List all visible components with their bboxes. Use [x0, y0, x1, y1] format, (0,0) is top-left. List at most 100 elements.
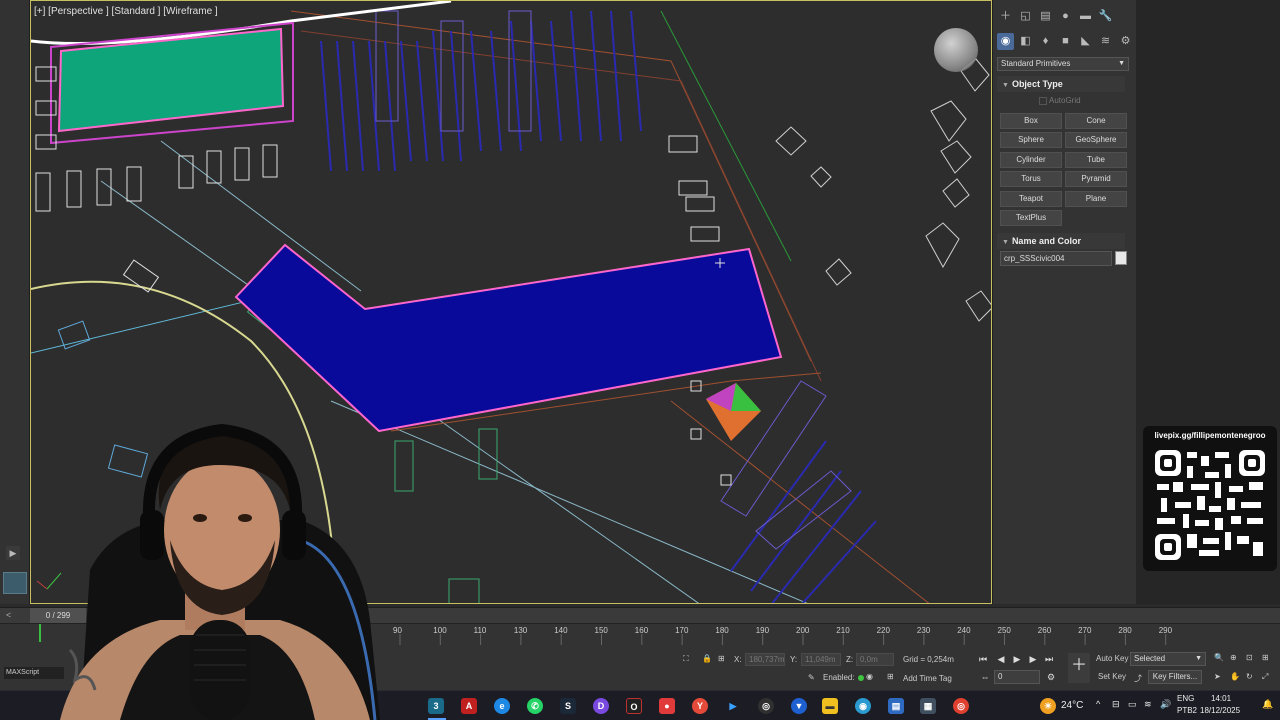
key-icon[interactable]: ⤴	[1134, 673, 1142, 684]
network-tray-icon[interactable]: ⊟	[1112, 699, 1120, 710]
weather-temperature[interactable]: 24°C	[1061, 700, 1083, 711]
primitive-category-select[interactable]: Standard Primitives ▼	[997, 57, 1129, 71]
systems-icon[interactable]: ⚙	[1117, 33, 1134, 50]
enabled-label[interactable]: Enabled:	[823, 673, 864, 682]
clock-time[interactable]: 14:01	[1211, 694, 1231, 703]
wifi-tray-icon[interactable]: ≋	[1144, 699, 1152, 710]
geometry-icon[interactable]: ◉	[997, 33, 1014, 50]
torus-button[interactable]: Torus	[1000, 171, 1062, 187]
pan-icon[interactable]: ✋	[1230, 672, 1240, 681]
auto-key-button[interactable]: Auto Key	[1096, 654, 1128, 663]
shapes-icon[interactable]: ◧	[1017, 33, 1034, 50]
object-type-rollout[interactable]: ▼ Object Type	[997, 76, 1125, 92]
opera-taskbar-icon[interactable]: O	[626, 698, 642, 714]
teapot-button[interactable]: Teapot	[1000, 191, 1062, 207]
spacewarps-icon[interactable]: ≋	[1097, 33, 1114, 50]
obs-taskbar-icon[interactable]: ◎	[758, 698, 774, 714]
time-configuration-icon[interactable]: ⚙	[1044, 670, 1058, 684]
orbit-icon[interactable]: ↻	[1246, 672, 1253, 681]
timeline-tick-label: 250	[998, 626, 1012, 635]
display-tray-icon[interactable]: ▭	[1128, 699, 1137, 710]
add-time-tag-button[interactable]: Add Time Tag	[903, 674, 952, 683]
script-icon[interactable]: ✎	[808, 673, 815, 682]
autogrid-checkbox[interactable]: AutoGrid	[1039, 96, 1081, 105]
object-name-field[interactable]: crp_SSScivic004	[1000, 251, 1112, 266]
current-frame-field[interactable]: 0	[994, 670, 1040, 684]
discord-taskbar-icon[interactable]: D	[593, 698, 609, 714]
cone-button[interactable]: Cone	[1065, 113, 1127, 129]
set-key-button[interactable]: Set Key	[1098, 672, 1126, 681]
play-icon[interactable]: ▶	[1010, 652, 1024, 666]
vpn-taskbar-icon[interactable]: ▼	[791, 698, 807, 714]
previous-frame-icon[interactable]: ◀︎	[994, 652, 1008, 666]
fov-icon[interactable]: ➤	[1214, 672, 1221, 681]
z-coordinate-field[interactable]: 0,0m	[856, 653, 894, 666]
edge-taskbar-icon[interactable]: e	[494, 698, 510, 714]
zoom-extents-icon[interactable]: ⊡	[1246, 653, 1253, 662]
clock-date[interactable]: 18/12/2025	[1200, 706, 1240, 715]
viewport-label[interactable]: [+] [Perspective ] [Standard ] [Wirefram…	[34, 6, 218, 17]
volume-tray-icon[interactable]: 🔊	[1160, 699, 1171, 710]
timeline-tick-label: 130	[514, 626, 528, 635]
zoom-icon[interactable]: 🔍	[1214, 653, 1224, 662]
keyboard-layout-indicator[interactable]: PTB2	[1177, 706, 1197, 715]
app-red-taskbar-icon[interactable]: ●	[659, 698, 675, 714]
key-filters-button[interactable]: Key Filters...	[1148, 670, 1202, 684]
next-frame-icon[interactable]: ▶︎	[1026, 652, 1040, 666]
autocad-taskbar-icon[interactable]: A	[461, 698, 477, 714]
maximize-viewport-icon[interactable]: ⤢	[1262, 672, 1268, 682]
utilities-tab-icon[interactable]: 🔧	[1097, 8, 1114, 25]
hierarchy-tab-icon[interactable]: ▤	[1037, 8, 1054, 25]
viewcube-icon[interactable]	[934, 28, 978, 72]
key-mode-icon[interactable]: ⇔	[978, 670, 992, 684]
cameras-icon[interactable]: ■	[1057, 33, 1074, 50]
show-hidden-icons-icon[interactable]: ^	[1096, 699, 1100, 709]
terminal-taskbar-icon[interactable]: ▶	[725, 698, 741, 714]
plane-button[interactable]: Plane	[1065, 191, 1127, 207]
go-to-start-icon[interactable]: ⏮	[976, 652, 990, 666]
notification-bell-icon[interactable]: 🔔	[1262, 699, 1273, 710]
zoom-extents-all-icon[interactable]: ⊞	[1262, 653, 1269, 662]
go-to-end-icon[interactable]: ⏭	[1042, 652, 1056, 666]
create-tab-icon[interactable]: ＋	[997, 8, 1014, 25]
pyramid-button[interactable]: Pyramid	[1065, 171, 1127, 187]
motion-tab-icon[interactable]: ●	[1057, 8, 1074, 25]
object-color-swatch[interactable]	[1115, 251, 1127, 265]
helpers-icon[interactable]: ◣	[1077, 33, 1094, 50]
3ds-max-taskbar-icon[interactable]: 3	[428, 698, 444, 714]
language-indicator[interactable]: ENG	[1177, 694, 1194, 703]
box-button[interactable]: Box	[1000, 113, 1062, 129]
tube-button[interactable]: Tube	[1065, 152, 1127, 168]
geosphere-button[interactable]: GeoSphere	[1065, 132, 1127, 148]
x-coordinate-field[interactable]: 180,737m	[745, 653, 785, 666]
calculator-taskbar-icon[interactable]: ▦	[920, 698, 936, 714]
name-and-color-rollout[interactable]: ▼ Name and Color	[997, 233, 1125, 249]
y-coordinate-field[interactable]: 11,049m	[801, 653, 841, 666]
object-type-title: Object Type	[1011, 79, 1063, 89]
time-config-icon[interactable]: ◉	[866, 672, 873, 681]
timeline-tick-label: 160	[635, 626, 649, 635]
modify-tab-icon[interactable]: ◱	[1017, 8, 1034, 25]
chrome-alt-taskbar-icon[interactable]: ◉	[855, 698, 871, 714]
maxscript-listener-tag[interactable]: MAXScript	[4, 667, 64, 679]
steam-taskbar-icon[interactable]: S	[560, 698, 576, 714]
cylinder-button[interactable]: Cylinder	[1000, 152, 1062, 168]
photos-taskbar-icon[interactable]: ▤	[888, 698, 904, 714]
isolate-icon[interactable]: ⛶	[683, 654, 689, 664]
lock-icon[interactable]: 🔒	[702, 654, 712, 663]
set-keys-button[interactable]: ＋	[1068, 653, 1090, 683]
sphere-button[interactable]: Sphere	[1000, 132, 1062, 148]
file-explorer-taskbar-icon[interactable]: ▬	[822, 698, 838, 714]
abs-mode-icon[interactable]: ⊞	[718, 654, 725, 663]
zoom-all-icon[interactable]: ⊕	[1230, 653, 1237, 662]
weather-icon[interactable]: ☀	[1040, 698, 1056, 714]
display-tab-icon[interactable]: ▬	[1077, 8, 1094, 25]
key-set-select[interactable]: Selected ▼	[1130, 652, 1206, 666]
textplus-button[interactable]: TextPlus	[1000, 210, 1062, 226]
chrome-taskbar-icon[interactable]: ◎	[953, 698, 969, 714]
timeline-tick-label: 270	[1078, 626, 1092, 635]
whatsapp-taskbar-icon[interactable]: ✆	[527, 698, 543, 714]
time-tag-icon[interactable]: ⊞	[887, 672, 894, 681]
yandex-taskbar-icon[interactable]: Y	[692, 698, 708, 714]
lights-icon[interactable]: ♦	[1037, 33, 1054, 50]
